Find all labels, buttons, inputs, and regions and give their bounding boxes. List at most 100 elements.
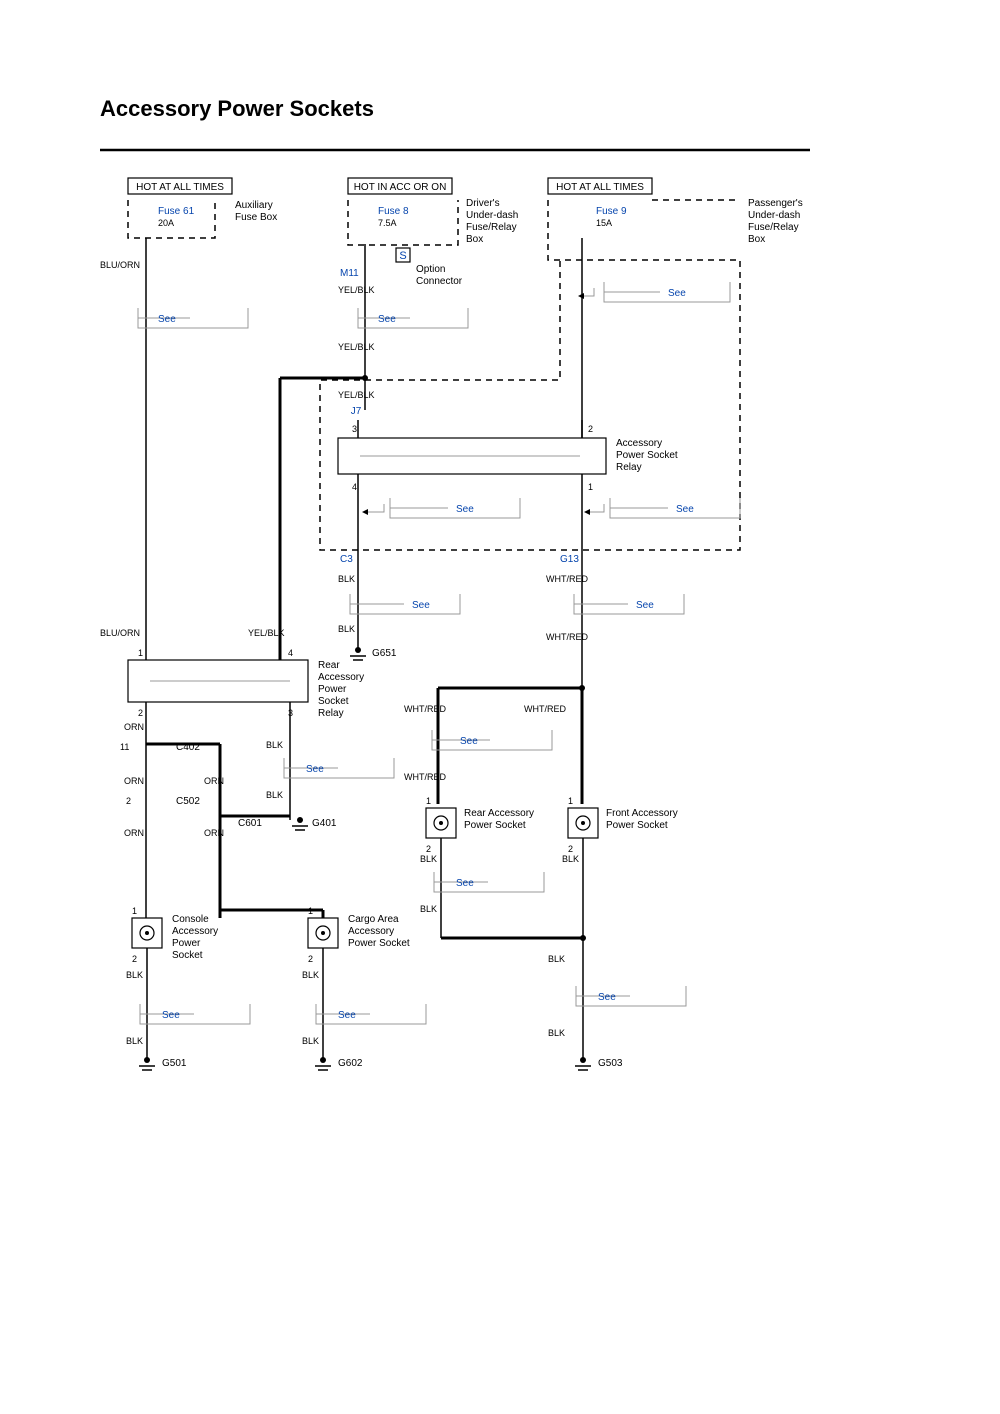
ground-icon (575, 1057, 591, 1070)
wire-yelblk-1: YEL/BLK (338, 285, 375, 295)
wire-whtred-5: WHT/RED (404, 772, 446, 782)
see-ref-box[interactable]: See (362, 498, 520, 518)
rear-relay-1: Rear (318, 660, 340, 671)
svg-text:See: See (378, 314, 396, 325)
aps-relay-1: Accessory (616, 438, 662, 449)
aux-box-label-1: Auxiliary (235, 200, 273, 211)
aps-relay-3: Relay (616, 462, 642, 473)
aps-relay-2: Power Socket (616, 450, 678, 461)
front-sock-1: Front Accessory (606, 808, 678, 819)
see-ref-box[interactable]: See (140, 1004, 250, 1024)
svg-text:See: See (158, 314, 176, 325)
pas-box-1: Passenger's (748, 198, 803, 209)
see-ref-box[interactable]: See (434, 872, 544, 892)
rear-sock-1: Rear Accessory (464, 808, 534, 819)
fuse-8-link[interactable]: Fuse 8 (378, 206, 409, 217)
see-ref-box[interactable]: See (574, 594, 684, 614)
g13-link[interactable]: G13 (560, 554, 579, 565)
see-ref-box[interactable]: See (432, 730, 552, 750)
svg-text:See: See (636, 600, 654, 611)
g651-label: G651 (372, 648, 397, 659)
fuse-9-amp: 15A (596, 218, 612, 228)
wire-blk-10: BLK (126, 970, 143, 980)
drv-box-4: Box (466, 234, 483, 245)
cargo-1: Cargo Area (348, 914, 399, 925)
pin-4: 4 (352, 482, 357, 492)
m11-link[interactable]: M11 (340, 268, 359, 279)
g501-label: G501 (162, 1058, 187, 1069)
wire-yelblk-2: YEL/BLK (338, 342, 375, 352)
g602-label: G602 (338, 1058, 363, 1069)
c601-label: C601 (238, 818, 262, 829)
svg-text:See: See (306, 764, 324, 775)
pas-box-3: Fuse/Relay (748, 222, 799, 233)
wire-blk-9: BLK (548, 1028, 565, 1038)
pin-2: 2 (588, 424, 593, 434)
see-ref-box[interactable]: See (578, 282, 730, 302)
rear-relay-2: Accessory (318, 672, 364, 683)
header-hot-1: HOT AT ALL TIMES (136, 182, 224, 193)
rear-relay-4: Socket (318, 696, 349, 707)
wire-yelblk-3: YEL/BLK (248, 628, 285, 638)
see-ref-box[interactable]: See (358, 308, 468, 328)
svg-text:See: See (668, 288, 686, 299)
pin-1d: 1 (568, 796, 573, 806)
svg-text:See: See (598, 992, 616, 1003)
drv-box-1: Driver's (466, 198, 500, 209)
svg-text:See: See (456, 878, 474, 889)
fuse-61-link[interactable]: Fuse 61 (158, 206, 195, 217)
pin-2d: 2 (568, 844, 573, 854)
wire-blk-12: BLK (126, 1036, 143, 1046)
wire-yelblk-4: YEL/BLK (338, 390, 375, 400)
cons-3: Power (172, 938, 201, 949)
drv-box-2: Under-dash (466, 210, 518, 221)
cons-1: Console (172, 914, 209, 925)
svg-text:See: See (162, 1010, 180, 1021)
wire-blk-4: BLK (266, 790, 283, 800)
s-connector[interactable]: S (399, 250, 406, 262)
pas-box-4: Box (748, 234, 765, 245)
wire-blk-6: BLK (562, 854, 579, 864)
see-ref-box[interactable]: See (284, 758, 394, 778)
rear-relay-3: Power (318, 684, 347, 695)
c3-link[interactable]: C3 (340, 554, 353, 565)
pin-1c: 1 (426, 796, 431, 806)
fuse-61-amp: 20A (158, 218, 174, 228)
j7-link[interactable]: J7 (351, 406, 362, 417)
see-ref-box[interactable]: See (584, 498, 740, 518)
pas-box-2: Under-dash (748, 210, 800, 221)
pin-1: 1 (588, 482, 593, 492)
wire-blk-7: BLK (420, 904, 437, 914)
see-ref-box[interactable]: See (350, 594, 460, 614)
see-ref-box[interactable]: See (316, 1004, 426, 1024)
page-title: Accessory Power Sockets (100, 96, 374, 121)
see-ref-box[interactable]: See (138, 308, 248, 328)
rr-pin-4: 4 (288, 648, 293, 658)
pin-3: 3 (352, 424, 357, 434)
wire-orn-1: ORN (124, 722, 144, 732)
svg-text:See: See (412, 600, 430, 611)
g401-label: G401 (312, 818, 337, 829)
rr-pin-1: 1 (138, 648, 143, 658)
ground-icon (350, 647, 366, 660)
cons-2: Accessory (172, 926, 218, 937)
wire-bluorn-1: BLU/ORN (100, 260, 140, 270)
wire-blk-c3: BLK (338, 574, 355, 584)
pin-1e: 1 (132, 906, 137, 916)
header-hot-2: HOT IN ACC OR ON (354, 182, 447, 193)
svg-text:See: See (676, 504, 694, 515)
pin-2f: 2 (308, 954, 313, 964)
wire-blk-11: BLK (302, 970, 319, 980)
g503-label: G503 (598, 1058, 623, 1069)
see-ref-box[interactable]: See (576, 986, 686, 1006)
ground-icon (315, 1057, 331, 1070)
svg-text:See: See (456, 504, 474, 515)
opt-conn-1: Option (416, 264, 445, 275)
fuse-9-link[interactable]: Fuse 9 (596, 206, 627, 217)
drv-box-3: Fuse/Relay (466, 222, 517, 233)
aux-box-label-2: Fuse Box (235, 212, 277, 223)
wire-blk-5: BLK (420, 854, 437, 864)
wire-whtred-2: WHT/RED (546, 632, 588, 642)
fuse-8-amp: 7.5A (378, 218, 397, 228)
opt-conn-2: Connector (416, 276, 463, 287)
